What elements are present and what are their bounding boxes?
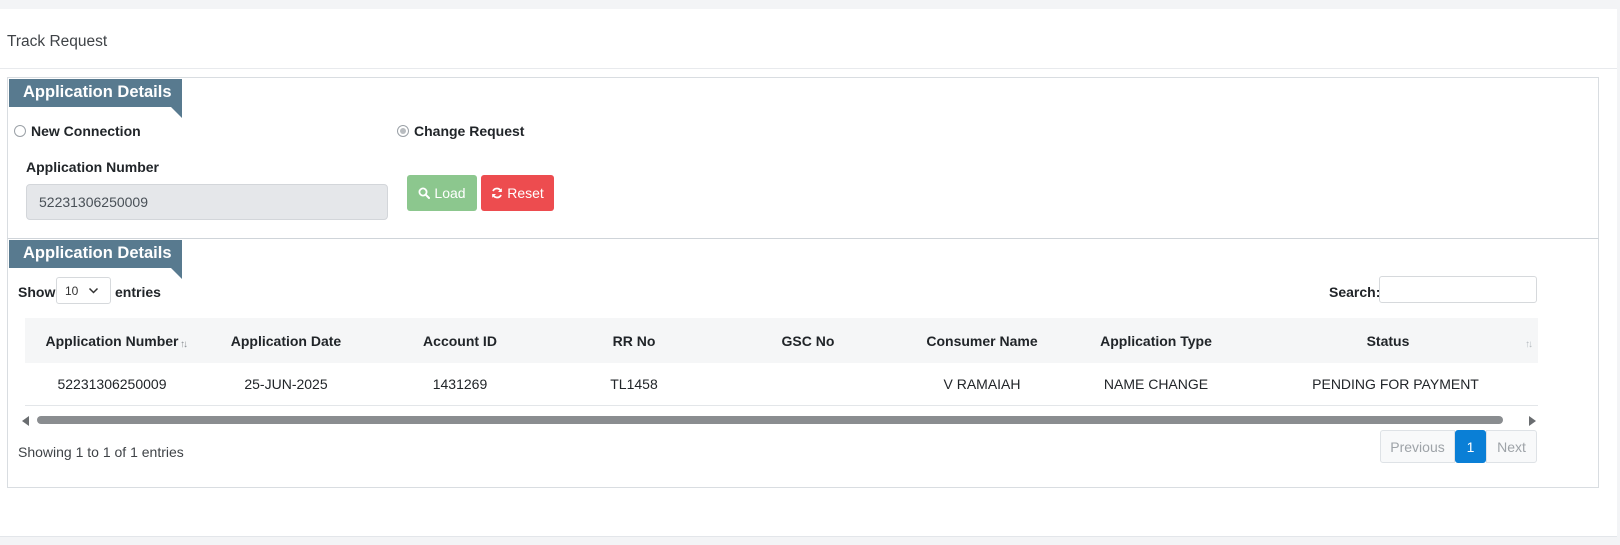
- reset-button[interactable]: Reset: [481, 175, 554, 211]
- entries-label: entries: [115, 284, 161, 300]
- scroll-right-icon[interactable]: [1529, 416, 1536, 426]
- search-label: Search:: [1329, 284, 1381, 300]
- column-header-application-type[interactable]: Application Type: [1069, 333, 1243, 349]
- column-header-application-number[interactable]: Application Number: [25, 333, 199, 349]
- next-page-button[interactable]: Next: [1486, 430, 1537, 463]
- page-1-button[interactable]: 1: [1455, 430, 1486, 463]
- table-cell: TL1458: [610, 376, 658, 392]
- radio-change-request-circle[interactable]: [397, 125, 409, 137]
- column-header-rr-no[interactable]: RR No: [547, 333, 721, 349]
- column-header-gsc-no[interactable]: GSC No: [721, 333, 895, 349]
- application-number-input[interactable]: [26, 184, 388, 220]
- page-title: Track Request: [7, 33, 108, 50]
- table-cell: NAME CHANGE: [1103, 376, 1209, 392]
- results-panel: Application Details Show 10 entries Sear…: [7, 238, 1599, 488]
- refresh-icon: [492, 187, 503, 199]
- search-panel: Application Details New Connection Chang…: [7, 77, 1599, 244]
- ribbon-fold: [171, 268, 182, 279]
- column-header-application-date[interactable]: Application Date: [199, 333, 373, 349]
- entries-length-value: 10: [65, 283, 79, 298]
- ribbon-title: Application Details: [9, 240, 182, 268]
- sort-arrows-icon[interactable]: ↑↓: [1525, 339, 1533, 350]
- ribbon-fold: [171, 107, 182, 118]
- search-input[interactable]: [1379, 276, 1537, 303]
- show-label: Show: [18, 284, 56, 300]
- pagination: Previous 1 Next: [1380, 430, 1537, 463]
- table-header: Application Number Application Date Acco…: [25, 318, 1538, 363]
- chevron-down-icon: [88, 287, 99, 294]
- title-divider: [0, 68, 1617, 69]
- ribbon-title: Application Details: [9, 79, 182, 107]
- radio-new-connection-label: New Connection: [31, 123, 141, 139]
- radio-change-request[interactable]: Change Request: [397, 123, 524, 139]
- table-row: 52231306250009 25-JUN-2025 1431269 TL145…: [25, 363, 1538, 406]
- table-info: Showing 1 to 1 of 1 entries: [18, 444, 184, 460]
- column-header-status[interactable]: Status: [1243, 333, 1533, 349]
- previous-page-button[interactable]: Previous: [1380, 430, 1455, 463]
- sort-arrows-icon[interactable]: ↑↓: [180, 339, 188, 350]
- scrollbar-thumb[interactable]: [37, 416, 1503, 424]
- application-number-label: Application Number: [26, 159, 160, 175]
- reset-button-label: Reset: [507, 185, 544, 201]
- radio-new-connection-circle[interactable]: [14, 125, 26, 137]
- page-card: Track Request Application Details New Co…: [0, 9, 1617, 537]
- column-header-account-id[interactable]: Account ID: [373, 333, 547, 349]
- scroll-left-icon[interactable]: [22, 416, 29, 426]
- radio-change-request-label: Change Request: [414, 123, 525, 139]
- table-cell: PENDING FOR PAYMENT: [1312, 376, 1479, 392]
- table-cell: 1431269: [432, 376, 488, 392]
- table-cell: 25-JUN-2025: [244, 376, 328, 392]
- results-table: Application Number Application Date Acco…: [25, 318, 1538, 406]
- radio-new-connection[interactable]: New Connection: [14, 123, 141, 139]
- table-cell: 52231306250009: [57, 376, 167, 392]
- search-icon: [418, 187, 431, 199]
- entries-length-select[interactable]: 10: [56, 277, 111, 304]
- table-cell: V RAMAIAH: [943, 376, 1021, 392]
- horizontal-scrollbar[interactable]: [18, 414, 1538, 426]
- load-button-label: Load: [434, 185, 466, 201]
- load-button[interactable]: Load: [407, 175, 477, 211]
- column-header-consumer-name[interactable]: Consumer Name: [895, 333, 1069, 349]
